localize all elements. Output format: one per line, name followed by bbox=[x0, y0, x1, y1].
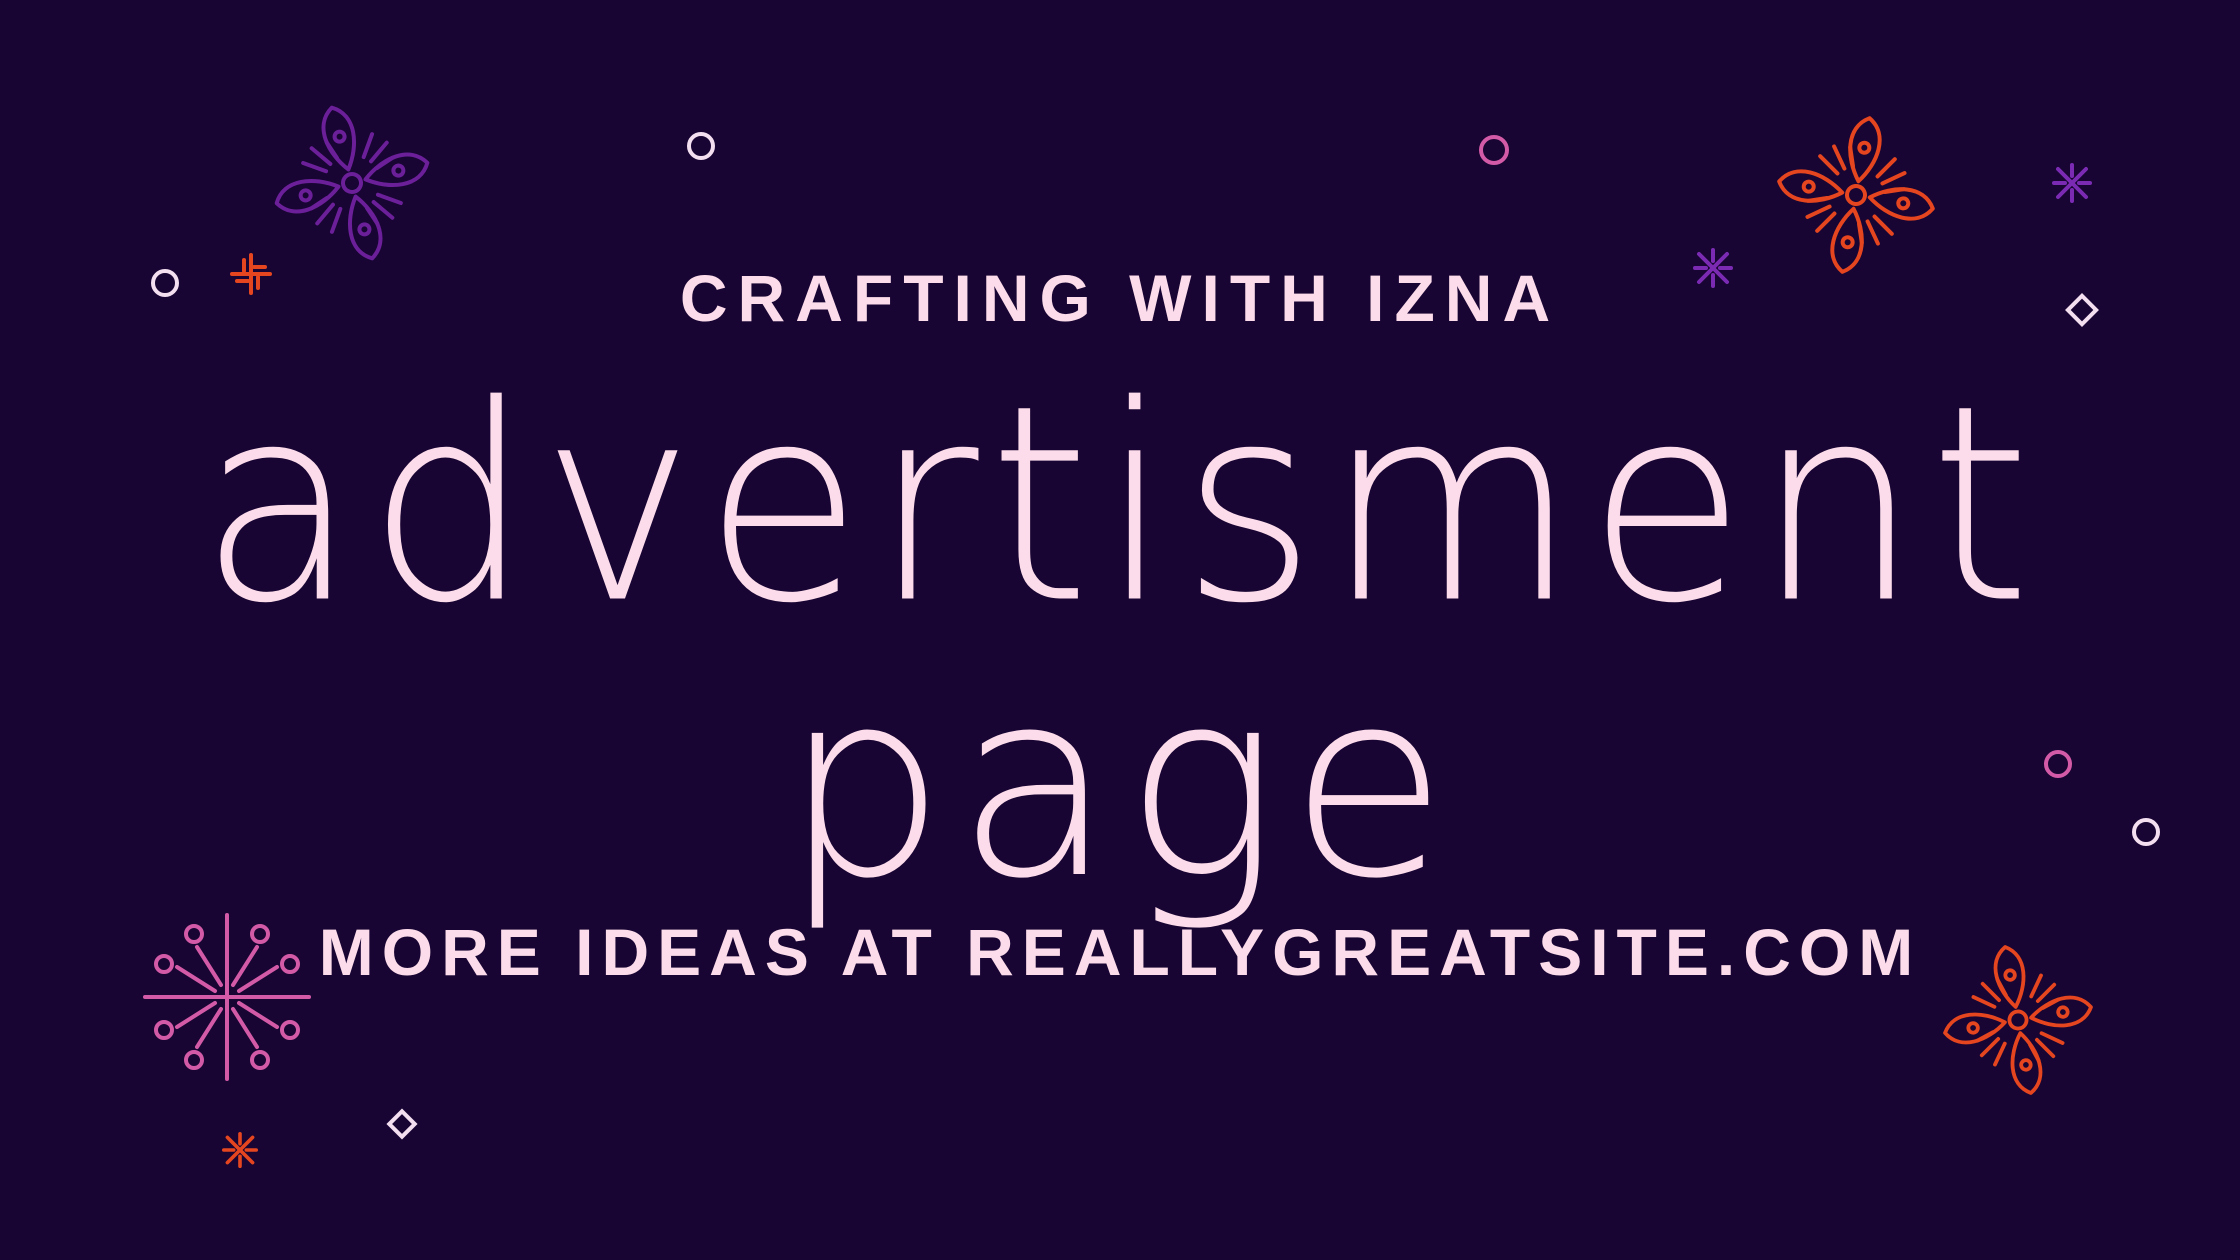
diamond-icon bbox=[386, 1108, 418, 1140]
website-callout: MORE IDEAS AT REALLYGREATSITE.COM bbox=[318, 915, 1922, 989]
headline-line-2: page bbox=[782, 635, 1458, 935]
headline-line-1: advertisment bbox=[199, 347, 2041, 663]
star-cross-icon bbox=[2052, 163, 2092, 203]
eyebrow-title: CRAFTING WITH IZNA bbox=[679, 261, 1561, 335]
star-cross-icon bbox=[222, 1132, 259, 1168]
flower-icon bbox=[254, 85, 450, 281]
advertisement-canvas: CRAFTING WITH IZNA advertisment page MOR… bbox=[0, 0, 2240, 1260]
ring-icon bbox=[687, 132, 715, 160]
ring-icon bbox=[1479, 135, 1509, 165]
